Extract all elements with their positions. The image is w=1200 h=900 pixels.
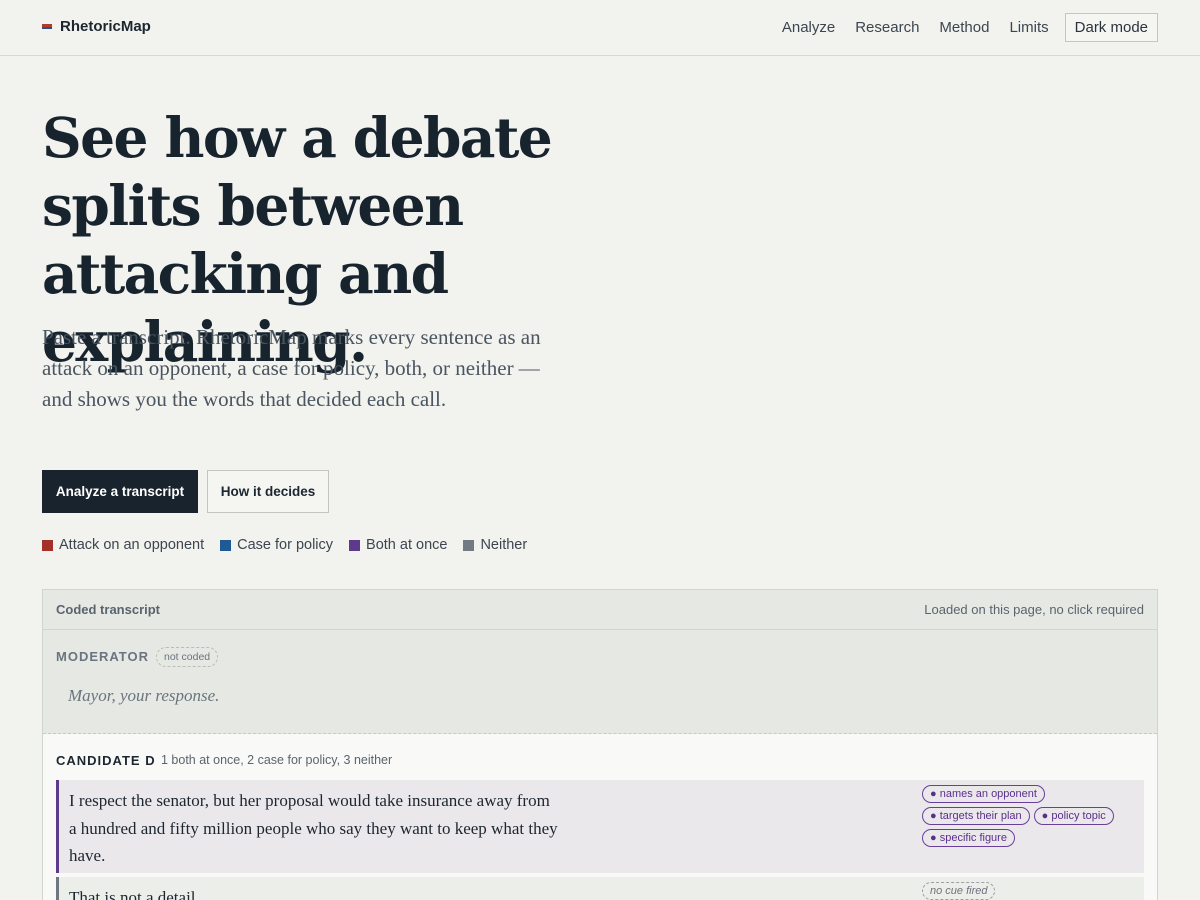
nav-link-method[interactable]: Method — [939, 19, 989, 36]
legend-item-neither: Neither — [463, 537, 527, 553]
panel-note: Loaded on this page, no click required — [924, 602, 1144, 617]
sentence-text: That is not a detail. — [69, 888, 200, 900]
brand-logo-icon — [42, 24, 52, 29]
cue-label: targets their plan — [939, 810, 1022, 822]
legend-item-attack: Attack on an opponent — [42, 537, 204, 553]
legend-label-neither: Neither — [480, 537, 528, 553]
sentence-text: I respect the senator, but her proposal … — [69, 791, 558, 865]
nav-link-research[interactable]: Research — [855, 19, 919, 36]
analyze-transcript-button[interactable]: Analyze a transcript — [42, 470, 198, 513]
cue-label: policy topic — [1051, 810, 1106, 822]
legend-item-both: Both at once — [349, 537, 447, 553]
sentence-row[interactable]: That is not a detail. no cue fired — [56, 877, 1144, 900]
sentence-row[interactable]: I respect the senator, but her proposal … — [56, 780, 1144, 873]
cue-chip[interactable]: ● names an opponent — [922, 785, 1045, 803]
cue-label: specific figure — [939, 832, 1007, 844]
cue-chips: no cue fired — [922, 882, 1132, 900]
no-cue-badge: no cue fired — [922, 882, 996, 900]
cue-chips: ● names an opponent ● targets their plan… — [922, 785, 1132, 851]
coded-transcript-panel: Coded transcript Loaded on this page, no… — [42, 589, 1158, 900]
legend-label-attack: Attack on an opponent — [59, 537, 205, 553]
dark-mode-button[interactable]: Dark mode — [1064, 13, 1158, 42]
moderator-speaker-label: MODERATOR — [56, 649, 150, 664]
panel-title: Coded transcript — [56, 602, 161, 617]
category-legend: Attack on an opponent Case for policy Bo… — [42, 537, 543, 553]
top-navigation-bar: RhetoricMap Analyze Research Method Limi… — [0, 0, 1200, 56]
candidate-stats: 1 both at once, 2 case for policy, 3 nei… — [161, 753, 393, 767]
legend-label-policy: Case for policy — [237, 537, 334, 553]
cue-chip[interactable]: ● policy topic — [1033, 807, 1114, 825]
brand-name: RhetoricMap — [60, 18, 151, 35]
hero-subtitle: Paste a transcript. RhetoricMap marks ev… — [42, 325, 541, 411]
cue-chip[interactable]: ● targets their plan — [922, 807, 1030, 825]
legend-swatch-policy — [220, 539, 232, 551]
cue-label: names an opponent — [939, 788, 1037, 800]
how-it-decides-button[interactable]: How it decides — [207, 470, 329, 513]
moderator-line: Mayor, your response. — [68, 686, 220, 705]
moderator-block: MODERATOR not coded Mayor, your response… — [43, 630, 1157, 734]
not-coded-badge: not coded — [156, 647, 219, 667]
nav-link-analyze[interactable]: Analyze — [782, 19, 835, 36]
legend-swatch-attack — [42, 539, 53, 551]
cue-chip[interactable]: ● specific figure — [922, 829, 1015, 847]
candidate-speaker-label: CANDIDATE D — [56, 753, 156, 768]
brand[interactable]: RhetoricMap — [42, 18, 151, 35]
panel-header: Coded transcript Loaded on this page, no… — [43, 590, 1157, 630]
legend-swatch-neither — [463, 539, 475, 551]
nav-link-limits[interactable]: Limits — [1009, 19, 1048, 36]
legend-item-policy: Case for policy — [220, 537, 333, 553]
legend-label-both: Both at once — [366, 537, 448, 553]
legend-swatch-both — [349, 539, 361, 551]
main-nav: Analyze Research Method Limits Dark mode — [762, 13, 1158, 42]
